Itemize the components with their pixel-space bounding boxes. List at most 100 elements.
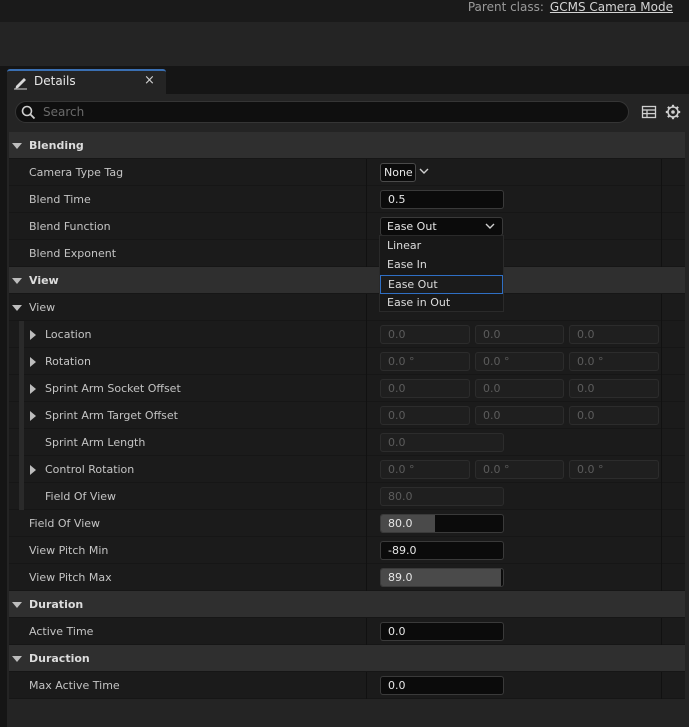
location-x[interactable]: 0.0 (380, 325, 470, 344)
target-offset-x[interactable]: 0.0 (380, 406, 470, 425)
parent-class: Parent class: GCMS Camera Mode (468, 0, 673, 14)
rotation-y[interactable]: 0.0 ° (475, 352, 564, 371)
arm-length-input[interactable]: 0.0 (380, 433, 504, 452)
pitch-min-input[interactable]: -89.0 (380, 541, 504, 560)
subcategory-view[interactable]: View (9, 294, 685, 321)
row-location: Location 0.0 0.0 0.0 (9, 321, 685, 348)
row-blend-time: Blend Time 0.5 (9, 186, 685, 213)
rotation-x[interactable]: 0.0 ° (380, 352, 470, 371)
category-view[interactable]: View (9, 267, 685, 294)
socket-offset-x[interactable]: 0.0 (380, 379, 470, 398)
socket-offset-y[interactable]: 0.0 (475, 379, 564, 398)
row-pitch-min: View Pitch Min -89.0 (9, 537, 685, 564)
column-splitter[interactable] (366, 159, 367, 186)
property-label: View Pitch Min (29, 544, 109, 557)
tab-details[interactable]: Details × (7, 69, 166, 94)
property-label: Camera Type Tag (29, 166, 124, 179)
row-max-active-time: Max Active Time 0.0 (9, 672, 685, 699)
rotation-z[interactable]: 0.0 ° (569, 352, 659, 371)
property-label: Sprint Arm Length (45, 436, 146, 449)
parent-class-label: Parent class: (467, 0, 544, 14)
row-rotation: Rotation 0.0 ° 0.0 ° 0.0 ° (9, 348, 685, 375)
property-label: Sprint Arm Socket Offset (45, 382, 181, 395)
property-label: Sprint Arm Target Offset (45, 409, 178, 422)
row-active-time: Active Time 0.0 (9, 618, 685, 645)
control-rotation-y[interactable]: 0.0 ° (475, 460, 564, 479)
chevron-down-icon[interactable] (419, 167, 429, 175)
camera-type-tag-combo[interactable]: None (380, 163, 416, 182)
expand-arrow-icon[interactable] (30, 465, 36, 475)
row-arm-length: Sprint Arm Length 0.0 (9, 429, 685, 456)
search-icon (21, 105, 36, 120)
property-label: View Pitch Max (29, 571, 112, 584)
slider-value: 89.0 (388, 571, 413, 584)
pitch-max-slider[interactable]: 89.0 (380, 568, 504, 587)
expand-arrow-icon[interactable] (30, 330, 36, 340)
active-time-input[interactable]: 0.0 (380, 622, 504, 641)
property-label: Rotation (45, 355, 92, 368)
blend-time-input[interactable]: 0.5 (380, 190, 504, 209)
category-blending[interactable]: Blending (9, 132, 685, 159)
expand-arrow-icon[interactable] (12, 656, 22, 662)
expand-arrow-icon[interactable] (12, 143, 22, 149)
category-title: View (29, 274, 59, 287)
slider-value: 80.0 (388, 517, 413, 530)
blend-function-combo[interactable]: Ease Out (380, 217, 503, 236)
close-icon[interactable]: × (144, 73, 155, 88)
subcategory-title: View (29, 301, 56, 314)
property-label: Blend Time (29, 193, 91, 206)
table-view-icon[interactable] (641, 104, 657, 120)
search-box[interactable] (15, 101, 629, 123)
row-target-offset: Sprint Arm Target Offset 0.0 0.0 0.0 (9, 402, 685, 429)
expand-arrow-icon[interactable] (30, 357, 36, 367)
control-rotation-z[interactable]: 0.0 ° (569, 460, 659, 479)
expand-arrow-icon[interactable] (12, 278, 22, 284)
category-duration[interactable]: Duration (9, 591, 685, 618)
dropdown-option-linear[interactable]: Linear (380, 237, 503, 256)
location-z[interactable]: 0.0 (569, 325, 659, 344)
property-label: Blend Exponent (29, 247, 117, 260)
dropdown-option-ease-in-out[interactable]: Ease in Out (380, 294, 503, 313)
expand-arrow-icon[interactable] (12, 305, 22, 311)
property-label: Field Of View (45, 490, 117, 503)
property-label: Location (45, 328, 92, 341)
target-offset-z[interactable]: 0.0 (569, 406, 659, 425)
category-duraction[interactable]: Duraction (9, 645, 685, 672)
max-active-time-input[interactable]: 0.0 (380, 676, 504, 695)
socket-offset-z[interactable]: 0.0 (569, 379, 659, 398)
search-input[interactable] (43, 103, 613, 121)
inner-fov-input[interactable]: 80.0 (380, 487, 504, 506)
category-title: Duration (29, 598, 84, 611)
row-blend-function: Blend Function Ease Out (9, 213, 685, 240)
property-label: Blend Function (29, 220, 111, 233)
dropdown-option-ease-in[interactable]: Ease In (380, 256, 503, 275)
parent-class-link[interactable]: GCMS Camera Mode (550, 0, 673, 14)
row-field-of-view: Field Of View 80.0 (9, 510, 685, 537)
category-title: Blending (29, 139, 84, 152)
property-label: Control Rotation (45, 463, 135, 476)
gear-icon[interactable] (665, 104, 681, 120)
control-rotation-x[interactable]: 0.0 ° (380, 460, 470, 479)
target-offset-y[interactable]: 0.0 (475, 406, 564, 425)
location-y[interactable]: 0.0 (475, 325, 564, 344)
expand-arrow-icon[interactable] (30, 384, 36, 394)
pencil-icon (14, 78, 27, 90)
expand-arrow-icon[interactable] (12, 602, 22, 608)
row-socket-offset: Sprint Arm Socket Offset 0.0 0.0 0.0 (9, 375, 685, 402)
row-blend-exponent: Blend Exponent (9, 240, 685, 267)
expand-arrow-icon[interactable] (30, 411, 36, 421)
dropdown-option-ease-out[interactable]: Ease Out (380, 275, 503, 294)
row-camera-type-tag: Camera Type Tag None (9, 159, 685, 186)
row-inner-fov: Field Of View 80.0 (9, 483, 685, 510)
top-bar: Parent class: GCMS Camera Mode (0, 0, 689, 22)
tab-title: Details (34, 74, 76, 88)
chevron-down-icon (485, 223, 495, 229)
fov-slider[interactable]: 80.0 (380, 514, 504, 533)
property-list: Blending Camera Type Tag None Blend Time… (9, 132, 685, 699)
toolbar-area (0, 22, 689, 66)
combo-value: Ease Out (387, 220, 437, 233)
row-pitch-max: View Pitch Max 89.0 (9, 564, 685, 591)
property-label: Active Time (29, 625, 94, 638)
category-title: Duraction (29, 652, 90, 665)
row-control-rotation: Control Rotation 0.0 ° 0.0 ° 0.0 ° (9, 456, 685, 483)
